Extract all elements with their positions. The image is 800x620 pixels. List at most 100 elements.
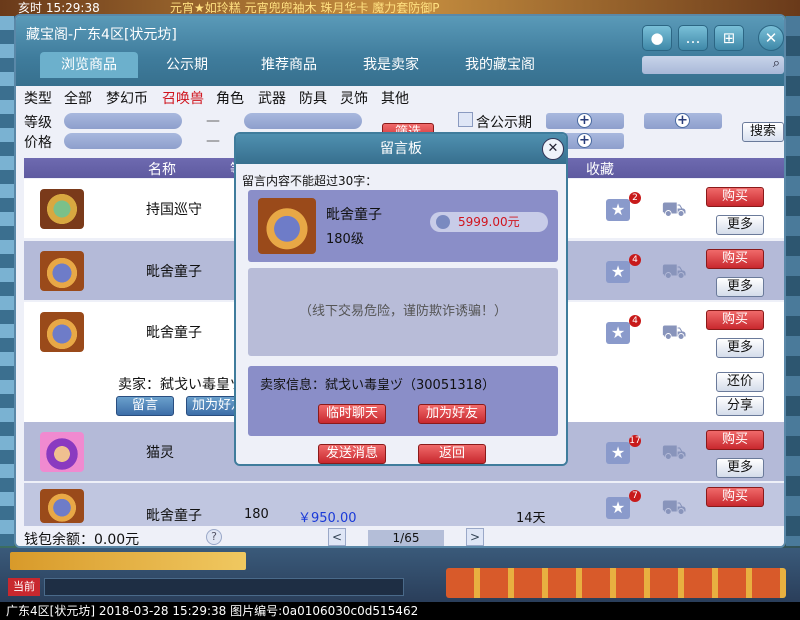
more-button[interactable]: 更多 (716, 215, 764, 235)
add-cart-icon[interactable]: ⛟ (660, 320, 688, 344)
seller-info: 卖家信息：弑戈い毒皇ヅ（30051318） (260, 378, 496, 393)
add-cart-icon[interactable]: ⛟ (660, 259, 688, 283)
pet-name: 持国巡守 (146, 202, 202, 218)
add-filter-2[interactable]: + (644, 113, 722, 129)
record-button[interactable]: ● (642, 25, 672, 51)
favorite-star-icon[interactable]: ★ (606, 497, 630, 519)
favorite-count: 4 (629, 315, 641, 327)
cart-button[interactable]: ⊞ (714, 25, 744, 51)
price-dash: — (206, 133, 220, 149)
search-icon: ⌕ (772, 56, 780, 71)
add-filter-1[interactable]: + (546, 113, 624, 129)
favorite-star-icon[interactable]: ★ (606, 261, 630, 283)
add-cart-icon[interactable]: ⛟ (660, 197, 688, 221)
buy-button[interactable]: 购买 (706, 249, 764, 269)
tab-seller[interactable]: 我是卖家 (350, 52, 432, 78)
dialog-body: 留言内容不能超过30字： 毗舍童子 180级 5999.00元 （线下交易危险，… (236, 164, 566, 464)
item-price: 5999.00元 (458, 215, 520, 229)
add-cart-icon[interactable]: ⛟ (660, 440, 688, 464)
temp-chat-button[interactable]: 临时聊天 (318, 404, 386, 424)
chat-input[interactable] (44, 578, 404, 596)
item-avatar (258, 198, 316, 254)
category-armor[interactable]: 防具 (299, 88, 327, 108)
coin-icon (436, 215, 450, 229)
pet-avatar (40, 189, 84, 229)
share-button[interactable]: 分享 (716, 396, 764, 416)
table-scrollbar[interactable] (784, 158, 786, 538)
tab-recommended[interactable]: 推荐商品 (248, 52, 330, 78)
buy-button[interactable]: 购买 (706, 487, 764, 507)
public-period-label: 含公示期 (476, 115, 532, 131)
pet-name: 毗舍童子 (146, 325, 202, 341)
next-page-button[interactable]: > (466, 528, 484, 546)
item-level: 180级 (326, 232, 364, 247)
counter-offer-button[interactable]: 还价 (716, 372, 764, 392)
favorite-star-icon[interactable]: ★ (606, 322, 630, 344)
category-all[interactable]: 全部 (64, 88, 92, 108)
buy-button[interactable]: 购买 (706, 430, 764, 450)
more-button[interactable]: 更多 (716, 458, 764, 478)
help-icon[interactable]: ? (206, 529, 222, 545)
pet-name: 毗舍童子 (146, 508, 202, 524)
category-coins[interactable]: 梦幻币 (106, 88, 148, 108)
price-label: 价格 (24, 135, 52, 151)
tab-public[interactable]: 公示期 (150, 52, 224, 78)
level-min-input[interactable] (64, 113, 182, 129)
plus-icon: + (675, 113, 690, 128)
skill-icon-bar[interactable] (446, 568, 786, 598)
search-button[interactable]: 搜索 (742, 122, 784, 142)
dialog-title: 留言板 (236, 134, 566, 164)
level-max-input[interactable] (244, 113, 362, 129)
favorite-count: 17 (629, 435, 641, 447)
favorite-count: 2 (629, 192, 641, 204)
category-summon-beast[interactable]: 召唤兽 (162, 88, 204, 108)
table-row: 毗舍童子 180 ￥950.00 14天 ★ 7 ⛟ 购买 (24, 483, 784, 526)
favorite-star-icon[interactable]: ★ (606, 442, 630, 464)
channel-current[interactable]: 当前 (8, 578, 40, 596)
dialog-close-icon[interactable]: ✕ (542, 138, 564, 160)
category-accessory[interactable]: 灵饰 (340, 88, 368, 108)
favorite-star-icon[interactable]: ★ (606, 199, 630, 221)
close-button[interactable]: ✕ (758, 25, 784, 51)
category-label: 类型 (24, 91, 52, 107)
action-toolbar[interactable] (10, 552, 246, 570)
category-role[interactable]: 角色 (216, 88, 244, 108)
public-period-checkbox[interactable] (458, 112, 473, 127)
back-button[interactable]: 返回 (418, 444, 486, 464)
add-cart-icon[interactable]: ⛟ (660, 495, 688, 519)
send-message-button[interactable]: 发送消息 (318, 444, 386, 464)
message-input[interactable]: （线下交易危险，谨防欺诈诱骗！） (248, 268, 558, 356)
tab-my-pavilion[interactable]: 我的藏宝阁 (452, 52, 548, 78)
buy-button[interactable]: 购买 (706, 187, 764, 207)
scrollbar-thumb[interactable] (784, 278, 786, 452)
dialog-add-friend-button[interactable]: 加为好友 (418, 404, 486, 424)
prev-page-button[interactable]: < (328, 528, 346, 546)
message-limit-note: 留言内容不能超过30字： (242, 174, 378, 188)
pet-period: 14天 (516, 511, 546, 526)
chat-icon: … (685, 29, 701, 47)
cart-icon: ⊞ (722, 29, 736, 47)
seller-text: 卖家：弑戈い毒皇ヅ (118, 377, 244, 393)
leave-message-button[interactable]: 留言 (116, 396, 174, 416)
right-game-rail (786, 16, 800, 546)
pet-price: ￥950.00 (298, 511, 357, 526)
item-price-badge: 5999.00元 (430, 212, 548, 232)
chat-button[interactable]: … (678, 25, 708, 51)
window-titlebar: 藏宝阁-广东4区[状元坊] ● … ⊞ ✕ 浏览商品 公示期 推荐商品 我是卖家… (16, 16, 784, 86)
level-dash: — (206, 113, 220, 129)
pet-name: 毗舍童子 (146, 264, 202, 280)
more-button[interactable]: 更多 (716, 277, 764, 297)
quick-search-input[interactable]: ⌕ (642, 56, 784, 74)
category-weapon[interactable]: 武器 (258, 88, 286, 108)
buy-button[interactable]: 购买 (706, 310, 764, 330)
fraud-warning: （线下交易危险，谨防欺诈诱骗！） (298, 304, 507, 319)
screenshot-caption: 广东4区[状元坊] 2018-03-28 15:29:38 图片编号:0a010… (0, 602, 800, 620)
col-favorite: 收藏 (586, 162, 614, 178)
more-button[interactable]: 更多 (716, 338, 764, 358)
price-min-input[interactable] (64, 133, 182, 149)
item-name: 毗舍童子 (326, 207, 382, 223)
record-icon: ● (650, 29, 664, 47)
page-indicator[interactable]: 1/65 (368, 530, 444, 546)
tab-browse[interactable]: 浏览商品 (40, 52, 138, 78)
category-other[interactable]: 其他 (381, 88, 409, 108)
